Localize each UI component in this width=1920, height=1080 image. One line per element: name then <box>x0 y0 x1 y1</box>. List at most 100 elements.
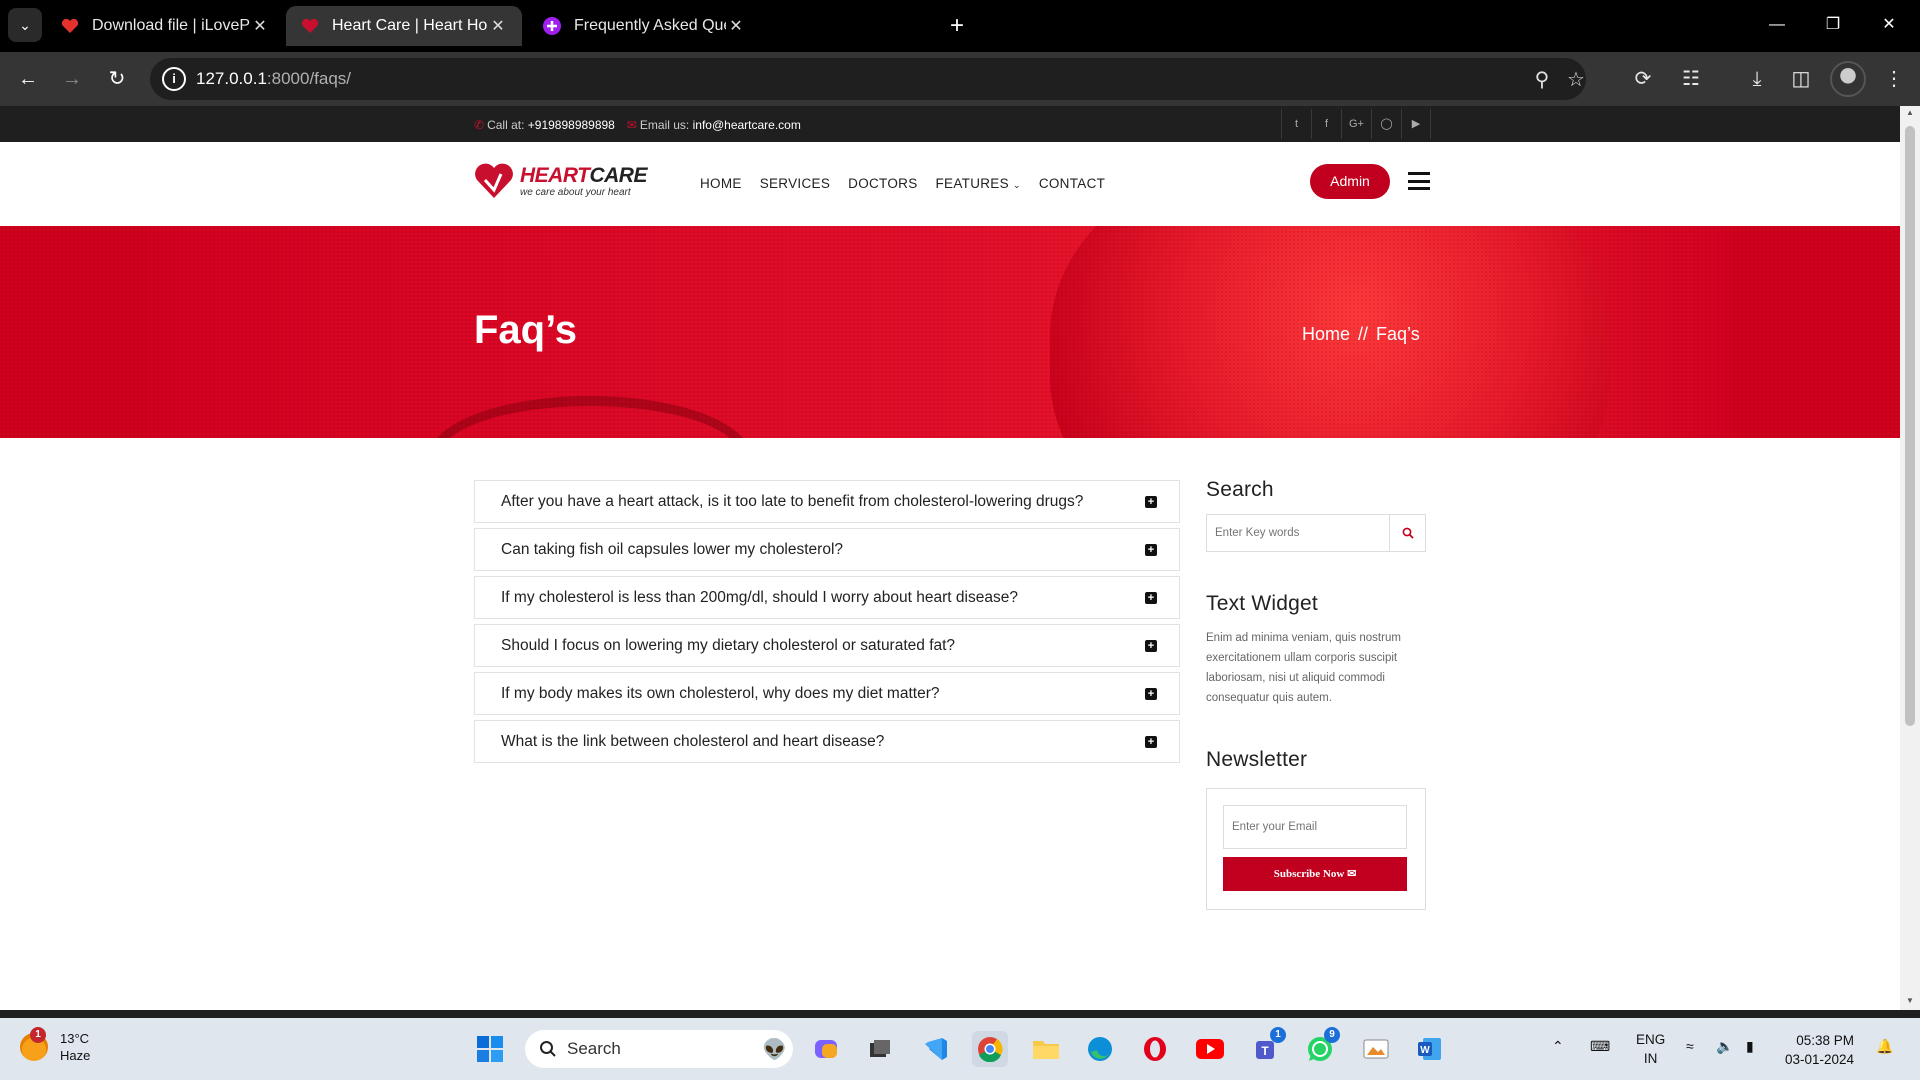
bookmark-star-icon[interactable]: ☆ <box>1563 67 1589 93</box>
twitter-icon[interactable]: t <box>1281 109 1311 139</box>
nav-features[interactable]: FEATURES ⌄ <box>936 176 1021 191</box>
minimize-button[interactable]: — <box>1762 10 1792 40</box>
refresh-extension-icon[interactable]: ⟳ <box>1629 65 1657 93</box>
nav-services[interactable]: SERVICES <box>760 176 830 191</box>
address-bar[interactable]: i 127.0.0.1:8000/faqs/ ⚲ ☆ <box>150 58 1586 100</box>
faq-accordion: After you have a heart attack, is it too… <box>474 480 1180 768</box>
tab-search-button[interactable]: ⌄ <box>8 8 42 42</box>
search-input[interactable] <box>1206 514 1390 552</box>
faq-item[interactable]: If my body makes its own cholesterol, wh… <box>474 672 1180 715</box>
copilot-icon[interactable] <box>808 1031 844 1067</box>
scroll-thumb[interactable] <box>1905 126 1915 726</box>
page-scrollbar[interactable]: ▲ ▼ <box>1900 106 1920 1010</box>
site-logo[interactable]: HEARTCARE we care about your heart <box>474 162 647 200</box>
subscribe-button[interactable]: Subscribe Now ✉ <box>1223 857 1407 891</box>
envelope-icon: ✉ <box>1347 868 1357 880</box>
back-button[interactable]: ← <box>12 63 44 95</box>
page-title: Faq’s <box>474 308 577 352</box>
newsletter-form: Subscribe Now ✉ <box>1206 788 1426 910</box>
system-clock[interactable]: 05:38 PM 03-01-2024 <box>1785 1031 1854 1069</box>
chrome-icon[interactable] <box>972 1031 1008 1067</box>
edge-icon[interactable] <box>1082 1031 1118 1067</box>
notifications-icon[interactable]: 🔔 <box>1876 1038 1893 1055</box>
teams-icon[interactable]: T1 <box>1248 1027 1286 1067</box>
tab-heart-care[interactable]: Heart Care | Heart Hospital ✕ <box>286 6 522 46</box>
restore-button[interactable]: ❐ <box>1818 10 1848 40</box>
wifi-icon[interactable]: ≈ <box>1686 1038 1694 1054</box>
email-link[interactable]: info@heartcare.com <box>693 118 801 132</box>
chrome-menu-icon[interactable]: ⋮ <box>1880 65 1908 93</box>
windows-start-icon[interactable] <box>472 1031 508 1067</box>
chevron-up-icon[interactable]: ⌃ <box>1552 1038 1564 1055</box>
phone-number[interactable]: +919898989898 <box>528 118 615 132</box>
text-widget-body: Enim ad minima veniam, quis nostrum exer… <box>1206 632 1401 704</box>
plus-square-icon[interactable]: + <box>1145 544 1157 556</box>
plus-square-icon[interactable]: + <box>1145 736 1157 748</box>
nav-contact[interactable]: CONTACT <box>1039 176 1105 191</box>
heart-logo-icon <box>475 163 513 198</box>
zoom-icon[interactable]: ⚲ <box>1529 67 1555 93</box>
close-icon[interactable]: ✕ <box>488 16 508 36</box>
side-panel-icon[interactable]: ◫ <box>1787 65 1815 93</box>
nav-doctors[interactable]: DOCTORS <box>848 176 917 191</box>
faq-item[interactable]: If my cholesterol is less than 200mg/dl,… <box>474 576 1180 619</box>
scroll-down-icon[interactable]: ▼ <box>1905 996 1915 1005</box>
breadcrumb-current: Faq’s <box>1376 324 1420 344</box>
weather-widget[interactable]: 1 13°C Haze <box>20 1027 90 1064</box>
profile-avatar[interactable] <box>1830 61 1866 97</box>
close-icon[interactable]: ✕ <box>250 16 270 36</box>
close-icon[interactable]: ✕ <box>726 16 746 36</box>
scroll-up-icon[interactable]: ▲ <box>1905 108 1915 117</box>
volume-icon[interactable]: 🔈 <box>1716 1038 1733 1055</box>
social-links: t f G+ ◯ ▶ <box>1281 109 1431 139</box>
weather-haze-icon: 1 <box>20 1027 48 1061</box>
site-topbar: ✆ Call at: +919898989898 ✉ Email us: info@… <box>0 106 1900 142</box>
youtube-icon[interactable]: ▶ <box>1401 109 1431 139</box>
whatsapp-icon[interactable]: 9 <box>1302 1027 1340 1067</box>
hamburger-menu-icon[interactable] <box>1408 172 1430 190</box>
close-window-button[interactable]: ✕ <box>1874 10 1904 40</box>
svg-text:T: T <box>1261 1044 1269 1058</box>
plus-square-icon[interactable]: + <box>1145 592 1157 604</box>
tab-faq[interactable]: Frequently Asked Questions Ab ✕ <box>528 6 760 46</box>
admin-button[interactable]: Admin <box>1310 164 1390 199</box>
breadcrumb: Home // Faq’s <box>1302 324 1420 345</box>
taskbar-search[interactable]: Search 👽 <box>525 1030 793 1068</box>
faq-item[interactable]: Can taking fish oil capsules lower my ch… <box>474 528 1180 571</box>
search-button[interactable] <box>1390 514 1426 552</box>
reload-button[interactable]: ↻ <box>101 63 133 95</box>
plus-square-icon[interactable]: + <box>1145 496 1157 508</box>
site-info-icon[interactable]: i <box>162 67 186 91</box>
forward-button[interactable]: → <box>56 63 88 95</box>
task-view-icon[interactable] <box>862 1031 898 1067</box>
faq-item[interactable]: What is the link between cholesterol and… <box>474 720 1180 763</box>
word-icon[interactable]: W <box>1412 1031 1448 1067</box>
faq-item[interactable]: After you have a heart attack, is it too… <box>474 480 1180 523</box>
page-viewport: ✆ Call at: +919898989898 ✉ Email us: info@… <box>0 106 1900 1010</box>
breadcrumb-home[interactable]: Home <box>1302 324 1350 345</box>
plus-square-icon[interactable]: + <box>1145 688 1157 700</box>
url-text[interactable]: 127.0.0.1:8000/faqs/ <box>196 69 351 89</box>
new-tab-button[interactable]: + <box>943 12 971 40</box>
battery-icon[interactable]: ▮ <box>1746 1038 1754 1055</box>
google-plus-icon[interactable]: G+ <box>1341 109 1371 139</box>
sidebar: Search Text Widget Enim ad minima veniam… <box>1206 478 1426 910</box>
youtube-app-icon[interactable] <box>1192 1031 1228 1067</box>
photos-app-icon[interactable] <box>1358 1031 1394 1067</box>
vscode-icon[interactable] <box>918 1031 954 1067</box>
keyboard-icon[interactable]: ⌨ <box>1590 1038 1610 1055</box>
facebook-icon[interactable]: f <box>1311 109 1341 139</box>
faq-item[interactable]: Should I focus on lowering my dietary ch… <box>474 624 1180 667</box>
extensions-icon[interactable]: ☷ <box>1677 65 1705 93</box>
svg-text:W: W <box>1420 1045 1430 1056</box>
file-explorer-icon[interactable] <box>1028 1031 1064 1067</box>
language-indicator[interactable]: ENG IN <box>1636 1030 1665 1068</box>
plus-square-icon[interactable]: + <box>1145 640 1157 652</box>
email-field[interactable] <box>1223 805 1407 849</box>
download-icon[interactable]: ⤓ <box>1743 65 1771 93</box>
page-banner: Faq’s Home // Faq’s <box>0 226 1900 438</box>
nav-home[interactable]: HOME <box>700 176 742 191</box>
opera-icon[interactable] <box>1137 1031 1173 1067</box>
instagram-icon[interactable]: ◯ <box>1371 109 1401 139</box>
tab-ilovepdf[interactable]: Download file | iLovePDF ✕ <box>46 6 284 46</box>
